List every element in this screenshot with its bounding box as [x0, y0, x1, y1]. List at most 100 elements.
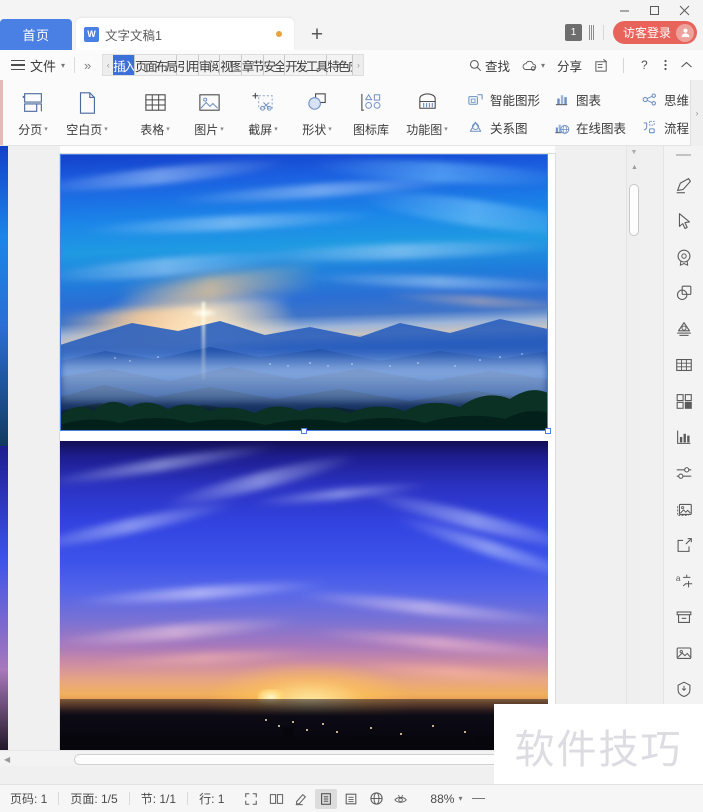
ribbon-tab-section[interactable]: 章节 [242, 55, 264, 75]
scroll-up-arrow-icon[interactable]: ▲ [631, 164, 638, 171]
picture-icon [197, 88, 222, 118]
title-bar-right-cluster: 1 访客登录 [564, 21, 697, 44]
web-view-button[interactable] [365, 789, 387, 809]
eye-protection-button[interactable] [390, 789, 412, 809]
village-lights [114, 353, 523, 367]
mind-map-icon [640, 90, 659, 109]
menu-bar: 文件 ▾ » ‹ 插入 页面布局 引用 审阅 视图 章节 安全 开发工具 特色应… [0, 50, 703, 80]
watermark-icon [676, 322, 691, 336]
sidebar-grip-icon[interactable] [676, 154, 691, 156]
tabs-scroll-left-icon[interactable]: ‹ [103, 55, 114, 75]
maximize-icon[interactable] [639, 0, 669, 20]
tabs-scroll-right-icon[interactable]: › [353, 55, 364, 75]
icon-library-button[interactable]: 图标库 [344, 82, 398, 138]
scroll-top-marker-icon[interactable]: ▼ [629, 149, 639, 156]
export-share-button[interactable] [669, 530, 699, 560]
ribbon-tab-references[interactable]: 引用 [177, 55, 199, 75]
city-sunset-image[interactable] [60, 441, 548, 757]
insert-shapes-button[interactable]: 形状 ▾ [290, 82, 344, 138]
ribbon-tab-featured-apps[interactable]: 特色应用 [327, 55, 354, 75]
mountain-dawn-image[interactable] [60, 154, 548, 431]
selection-handle-bottom-right[interactable] [545, 428, 551, 434]
two-page-view-button[interactable] [265, 789, 287, 809]
document-scroll-viewport[interactable]: ▼ ▲ ▼ [8, 146, 640, 766]
insert-blank-page-button[interactable]: 空白页 ▾ [60, 82, 114, 138]
screenshot-button[interactable]: 截屏 ▾ [236, 82, 290, 138]
ribbon-group-illustrations: 表格 ▾ 图片 ▾ 截屏 ▾ 形状 ▾ 图标库 功能图 ▾ [128, 82, 456, 144]
select-tool-button[interactable] [669, 206, 699, 236]
cloud-sync-button[interactable]: ▾ [522, 59, 545, 72]
cursor-select-icon [678, 213, 690, 229]
more-options-button[interactable] [663, 58, 668, 72]
shield-download-button[interactable] [669, 674, 699, 704]
ribbon-scroll-right-button[interactable]: › [690, 80, 703, 146]
table-panel-button[interactable] [669, 350, 699, 380]
smart-art-button[interactable]: 智能图形 [462, 88, 544, 112]
help-button[interactable]: ? [638, 58, 651, 72]
status-page-number[interactable]: 页码: 1 [10, 790, 47, 807]
insert-chart-button[interactable]: 图表 [548, 88, 630, 112]
picture-panel-button[interactable] [669, 638, 699, 668]
settings-sliders-button[interactable] [669, 458, 699, 488]
page-view-button[interactable] [315, 788, 338, 809]
relationship-diagram-button[interactable]: 关系图 [462, 116, 544, 140]
grid-blocks-button[interactable] [669, 386, 699, 416]
bar-chart-panel-button[interactable] [669, 422, 699, 452]
unsaved-indicator-icon [276, 31, 282, 37]
collapse-ribbon-button[interactable] [680, 60, 693, 70]
status-line[interactable]: 行: 1 [199, 790, 224, 807]
divider [602, 25, 604, 40]
close-icon[interactable] [669, 0, 699, 20]
ribbon-tab-review[interactable]: 审阅 [199, 55, 221, 75]
menu-overflow-icon[interactable]: » [84, 58, 91, 73]
tab-document-1[interactable]: W 文字文稿1 [76, 18, 294, 50]
ribbon-tab-security[interactable]: 安全 [264, 55, 286, 75]
shapes-overlap-button[interactable] [669, 278, 699, 308]
online-chart-button[interactable]: 在线图表 [548, 116, 630, 140]
function-chart-label: 功能图 ▾ [406, 122, 448, 137]
screenshot-label: 截屏 ▾ [248, 122, 278, 137]
ribbon-tab-insert[interactable]: 插入 [113, 55, 135, 75]
file-menu-button[interactable]: 文件 ▾ [11, 56, 65, 75]
badge-seal-button[interactable] [669, 242, 699, 272]
status-section[interactable]: 节: 1/1 [141, 790, 176, 807]
insert-picture-button[interactable]: 图片 ▾ [182, 82, 236, 138]
scroll-left-arrow-icon[interactable]: ◀ [4, 755, 10, 764]
ribbon-group-pages: 分页 ▾ 空白页 ▾ [6, 82, 114, 144]
save-as-button[interactable] [594, 58, 609, 73]
image-library-button[interactable] [669, 494, 699, 524]
vertical-scrollbar[interactable]: ▼ ▲ ▼ [626, 146, 640, 766]
guest-login-button[interactable]: 访客登录 [612, 21, 697, 44]
highlighter-tool-button[interactable] [669, 170, 699, 200]
zoom-out-button[interactable] [472, 797, 486, 800]
tab-home[interactable]: 首页 [0, 19, 72, 50]
selection-handle-bottom-center[interactable] [301, 428, 307, 434]
window-controls [609, 0, 699, 20]
translate-button[interactable]: a [669, 566, 699, 596]
outline-view-button[interactable] [340, 789, 362, 809]
document-page-1[interactable] [60, 154, 555, 766]
fullscreen-button[interactable] [240, 789, 262, 809]
function-chart-button[interactable]: 功能图 ▾ [398, 82, 456, 138]
zoom-control[interactable]: 88% ▾ [430, 792, 462, 806]
tab-list-icon[interactable] [588, 25, 594, 40]
edit-pen-button[interactable] [290, 789, 312, 809]
ribbon-tab-developer-tools[interactable]: 开发工具 [285, 55, 329, 75]
blank-page-icon [74, 88, 100, 118]
find-button[interactable]: 查找 [469, 56, 510, 75]
insert-table-button[interactable]: 表格 ▾ [128, 82, 182, 138]
ribbon-tab-page-layout[interactable]: 页面布局 [135, 55, 178, 75]
archive-box-button[interactable] [669, 602, 699, 632]
share-button[interactable]: 分享 [557, 56, 582, 75]
new-tab-button[interactable]: + [302, 20, 332, 50]
ribbon-tab-view[interactable]: 视图 [220, 55, 242, 75]
status-page-count[interactable]: 页面: 1/5 [70, 790, 117, 807]
insert-page-break-button[interactable]: 分页 ▾ [6, 82, 60, 138]
outline-view-icon [346, 793, 357, 804]
minimize-icon[interactable] [609, 0, 639, 20]
wps-writer-window: 首页 W 文字文稿1 + 1 访客登录 文件 ▾ » ‹ 插入 页面布局 引用 … [0, 0, 703, 812]
vertical-scrollbar-thumb[interactable] [629, 184, 639, 236]
tab-count-badge[interactable]: 1 [564, 24, 582, 41]
watermark-button[interactable] [669, 314, 699, 344]
flowchart-icon [640, 118, 659, 137]
